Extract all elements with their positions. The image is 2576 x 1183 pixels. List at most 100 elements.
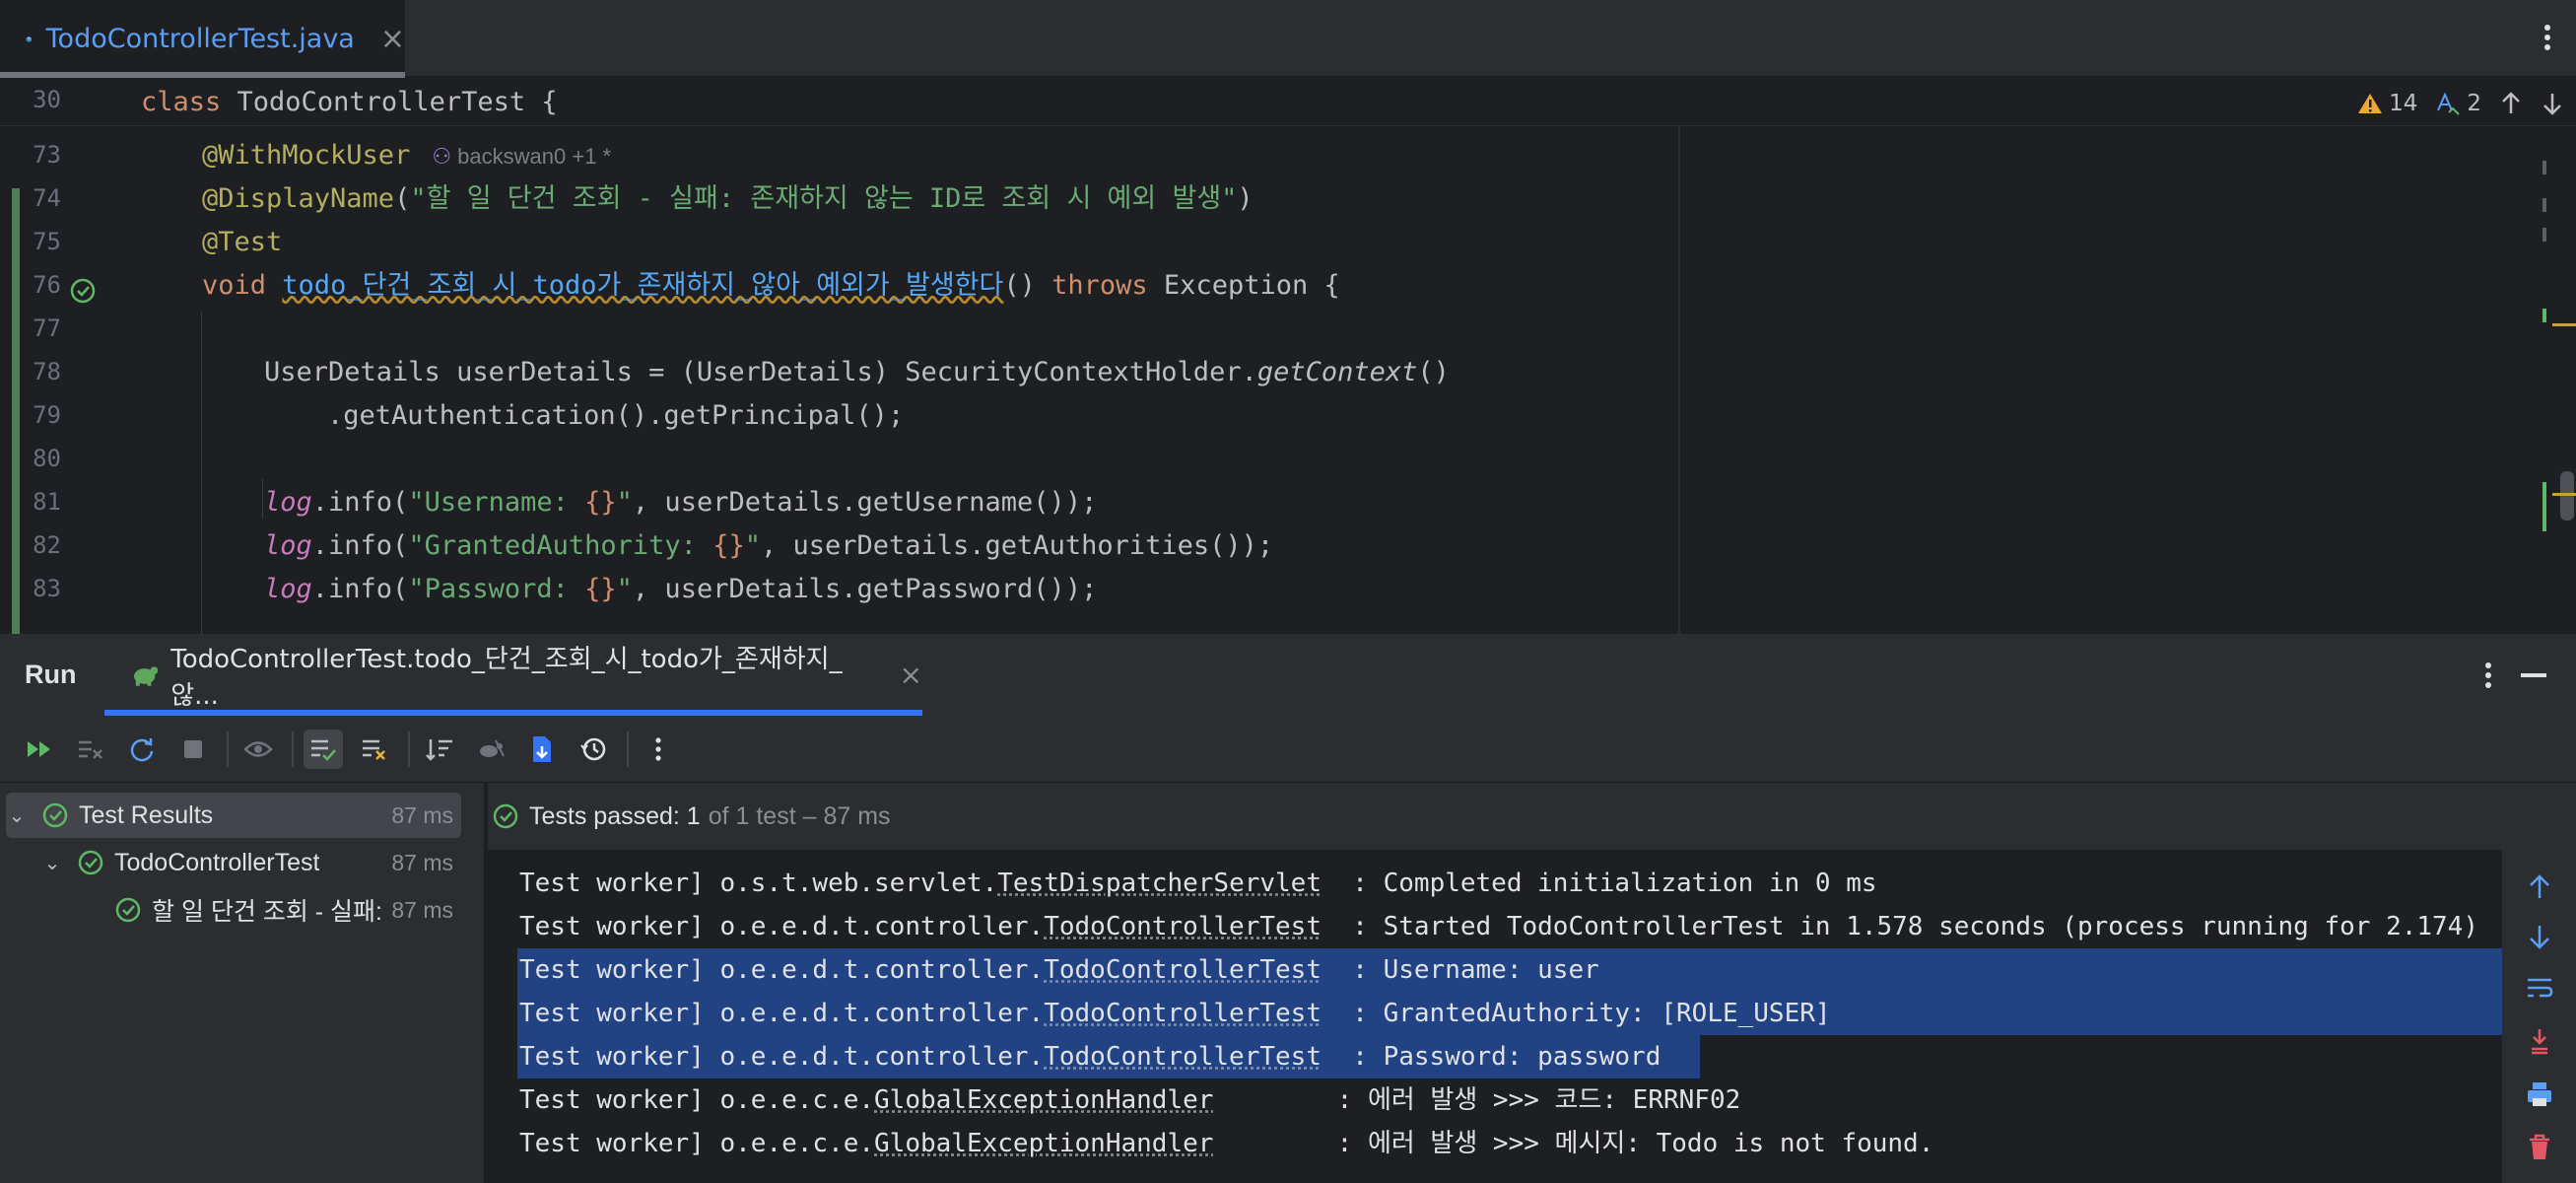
log-message: : Password: password: [1321, 1042, 1661, 1072]
code-token: (): [1417, 357, 1450, 387]
line-number: 80: [33, 445, 61, 472]
test-history-button[interactable]: [574, 730, 613, 769]
rerun-button[interactable]: [20, 730, 59, 769]
trash-icon[interactable]: [2524, 1132, 2555, 1163]
rerun-failed-button[interactable]: [71, 730, 110, 769]
test-passed-icon: [493, 803, 518, 829]
class-name: TodoControllerTest {: [221, 87, 558, 117]
code-token: .info(: [311, 487, 409, 518]
test-passed-run-icon[interactable]: [69, 277, 97, 305]
warnings-indicator[interactable]: 14: [2357, 91, 2417, 116]
turtle-icon: [480, 739, 505, 757]
import-tests-button[interactable]: [471, 730, 510, 769]
string-literal: "GrantedAuthority:: [408, 530, 713, 561]
editor-tab-bar: TodoControllerTest.java ×: [0, 0, 2576, 78]
code-token: Exception {: [1147, 270, 1340, 301]
eye-icon: [243, 741, 273, 757]
log-class-link[interactable]: GlobalExceptionHandler: [874, 1129, 1213, 1158]
run-title: Run: [25, 660, 77, 689]
annotation: @Test: [202, 227, 283, 257]
code-editor[interactable]: 73 74 75 76 77 78 79 80 81 82 83 @WithMo…: [0, 80, 2576, 634]
rerun-failed-icon: [79, 740, 102, 759]
active-tab-indicator: [0, 72, 405, 78]
code-token: getContext: [1256, 357, 1418, 387]
scroll-marker: [2542, 228, 2546, 242]
more-actions-button[interactable]: [639, 730, 678, 769]
code-line-81: log.info("Username: {}", userDetails.get…: [264, 481, 1097, 524]
tree-item-test-class[interactable]: ⌄ TodoControllerTest 87 ms: [6, 840, 461, 885]
typos-indicator[interactable]: 2: [2435, 91, 2481, 116]
log-class-link[interactable]: GlobalExceptionHandler: [874, 1085, 1213, 1115]
log-class-link[interactable]: TodoControllerTest: [1044, 999, 1322, 1028]
console-output[interactable]: Test worker] o.s.t.web.servlet.TestDispa…: [488, 850, 2502, 1183]
code-line-75: @Test: [202, 221, 282, 264]
code-line-74: @DisplayName("할 일 단건 조회 - 실패: 존재하지 않는 ID…: [202, 177, 1254, 221]
run-configuration-tab[interactable]: TodoControllerTest.todo_단건_조회_시_todo가_존재…: [104, 634, 922, 716]
chevron-down-icon[interactable]: ⌄: [6, 803, 28, 828]
soft-wrap-icon[interactable]: [2524, 972, 2555, 1004]
scroll-to-end-icon[interactable]: [2524, 1025, 2555, 1057]
log-class-link[interactable]: TodoControllerTest: [1044, 955, 1322, 985]
sort-button[interactable]: [420, 730, 459, 769]
tests-passed-label: Tests passed: 1: [529, 801, 701, 830]
test-passed-icon: [78, 850, 103, 875]
log-class-link[interactable]: TodoControllerTest: [1044, 1042, 1322, 1072]
arrow-up-icon[interactable]: [2524, 871, 2555, 903]
console-line: Test worker] o.e.e.c.e.GlobalExceptionHa…: [519, 1079, 1740, 1122]
console-side-toolbar: [2502, 850, 2576, 1183]
close-icon[interactable]: ×: [380, 22, 405, 56]
show-ignored-toggle[interactable]: [355, 730, 394, 769]
chevron-down-icon[interactable]: ⌄: [41, 851, 63, 875]
tab-filename: TodoControllerTest.java: [45, 24, 355, 54]
toggle-auto-test-button[interactable]: [122, 730, 162, 769]
toolbar-separator: [292, 731, 294, 767]
method-name[interactable]: todo_단건_조회_시_todo가_존재하지_않아_예외가_발생한다: [282, 270, 1003, 301]
stop-button[interactable]: [173, 730, 213, 769]
annotation: @DisplayName: [202, 183, 395, 214]
code-line-78: UserDetails userDetails = (UserDetails) …: [264, 351, 1450, 394]
tree-item-duration: 87 ms: [391, 801, 453, 828]
tree-item-test-results[interactable]: ⌄ Test Results 87 ms: [6, 793, 461, 838]
line-number: 76: [33, 271, 61, 299]
code-token: UserDetails userDetails = (UserDetails) …: [264, 357, 1257, 387]
string-literal: "Password:: [408, 574, 585, 604]
log-source: Test worker] o.e.e.d.t.controller.: [519, 999, 1045, 1028]
sticky-scope-line[interactable]: 30 class TodoControllerTest { 14 2: [0, 80, 2576, 126]
log-source: Test worker] o.e.e.d.t.controller.: [519, 955, 1045, 985]
typos-count: 2: [2467, 91, 2481, 116]
line-number: 82: [33, 531, 61, 559]
print-icon[interactable]: [2524, 1079, 2555, 1110]
test-passed-icon: [115, 897, 141, 923]
more-vertical-icon[interactable]: [2541, 18, 2554, 57]
export-results-button[interactable]: [522, 730, 562, 769]
sticky-class-declaration: class TodoControllerTest {: [141, 81, 558, 124]
string-literal: ": [616, 574, 633, 604]
close-icon[interactable]: ×: [900, 659, 922, 691]
log-message: : Completed initialization in 0 ms: [1322, 869, 1877, 898]
line-number: 81: [33, 488, 61, 516]
console-line: Test worker] o.e.e.d.t.controller.TodoCo…: [519, 992, 1831, 1035]
arrow-down-icon[interactable]: [2524, 921, 2555, 952]
arrow-down-icon[interactable]: [2541, 91, 2564, 116]
log-class-link[interactable]: TodoControllerTest: [1044, 912, 1322, 941]
code-token: (: [394, 183, 411, 214]
tree-item-test-method[interactable]: 할 일 단건 조회 - 실패: 87 ms: [6, 887, 461, 933]
show-passed-toggle[interactable]: [304, 730, 343, 769]
show-passed-button[interactable]: [238, 730, 278, 769]
tab-todocontrollertest[interactable]: TodoControllerTest.java ×: [0, 0, 405, 78]
author-hint[interactable]: ⚇ backswan0 +1 *: [432, 144, 611, 169]
filter-ignored-icon: [363, 739, 385, 760]
arrow-up-icon[interactable]: [2499, 91, 2523, 116]
code-token: , userDetails.getUsername());: [632, 487, 1098, 518]
inspection-widget[interactable]: 14 2: [2357, 88, 2564, 119]
test-results-tree[interactable]: ⌄ Test Results 87 ms ⌄ TodoControllerTes…: [0, 783, 486, 1183]
minimize-icon[interactable]: [2521, 673, 2546, 677]
more-vertical-icon[interactable]: [2481, 656, 2495, 695]
keyword: throws: [1051, 270, 1148, 301]
line-gutter[interactable]: 73 74 75 76 77 78 79 80 81 82 83: [0, 80, 110, 634]
log-class-link[interactable]: TestDispatcherServlet: [997, 869, 1322, 898]
code-token: .info(: [311, 530, 409, 561]
string-literal: "Username:: [408, 487, 585, 518]
scroll-marker: [2542, 482, 2546, 531]
scrollbar-thumb[interactable]: [2560, 471, 2574, 521]
